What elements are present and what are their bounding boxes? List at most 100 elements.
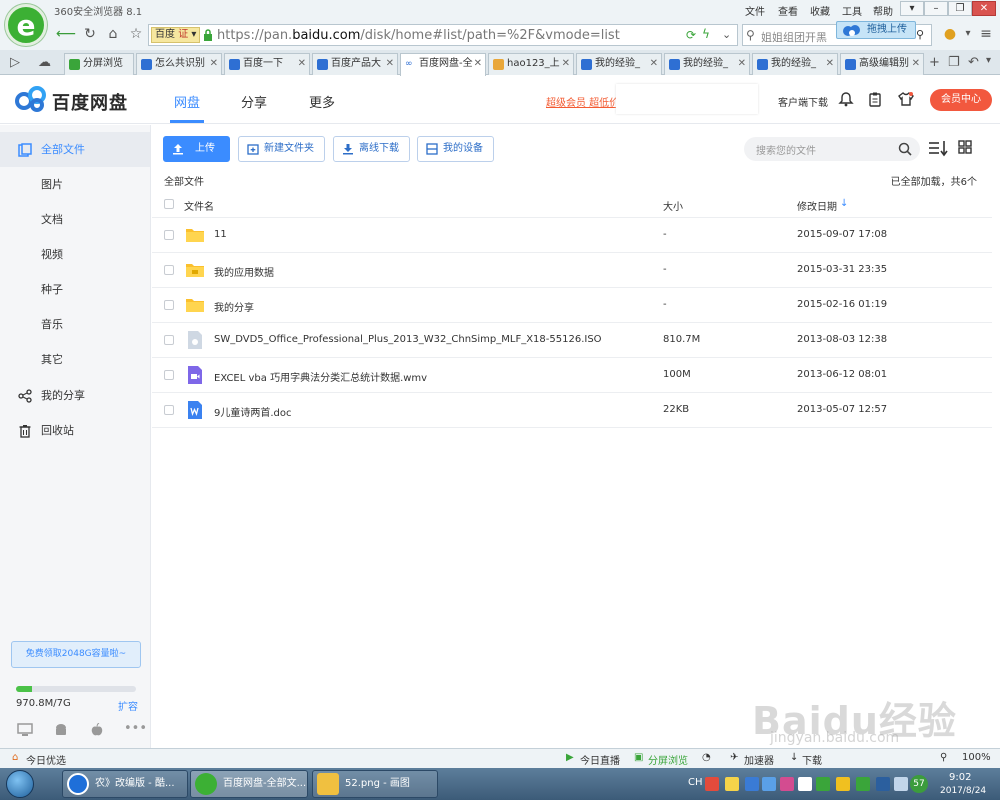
- file-name[interactable]: 我的应用数据: [214, 264, 274, 279]
- tray-app-icon[interactable]: [836, 777, 850, 791]
- table-row[interactable]: SW_DVD5_Office_Professional_Plus_2013_W3…: [152, 323, 992, 358]
- tab-close-icon[interactable]: ✕: [826, 54, 834, 74]
- menu-view[interactable]: 查看: [778, 3, 798, 18]
- file-name[interactable]: SW_DVD5_Office_Professional_Plus_2013_W3…: [214, 334, 602, 345]
- tab-menu-icon[interactable]: ▾: [986, 55, 991, 66]
- tray-volume-icon[interactable]: [894, 777, 908, 791]
- table-row[interactable]: 我的分享 - 2015-02-16 01:19: [152, 288, 992, 323]
- tab-5[interactable]: hao123_上 ✕: [488, 53, 574, 75]
- tab-9[interactable]: 高级编辑别 ✕: [840, 53, 924, 75]
- url-dropdown-icon[interactable]: ⌄: [722, 28, 731, 41]
- column-name[interactable]: 文件名: [184, 198, 214, 213]
- task-browser[interactable]: 百度网盘-全部文...: [190, 770, 308, 798]
- menu-file[interactable]: 文件: [745, 3, 765, 18]
- nav-tab-share[interactable]: 分享: [241, 92, 267, 111]
- menu-help[interactable]: 帮助: [873, 3, 893, 18]
- table-row[interactable]: 9儿童诗两首.doc 22KB 2013-05-07 12:57: [152, 393, 992, 428]
- address-bar[interactable]: 百度 证 ▾ https://pan.baidu.com/disk/home#l…: [148, 24, 738, 46]
- column-size[interactable]: 大小: [663, 198, 683, 213]
- client-download-link[interactable]: 客户端下载: [778, 94, 828, 109]
- sidebar-item-videos[interactable]: 视频: [0, 237, 150, 272]
- table-row[interactable]: 11 - 2015-09-07 17:08: [152, 218, 992, 253]
- search-go-icon[interactable]: ⚲: [916, 28, 924, 41]
- row-checkbox[interactable]: [164, 300, 174, 310]
- tab-close-icon[interactable]: ✕: [210, 54, 218, 74]
- row-checkbox[interactable]: [164, 265, 174, 275]
- tab-2[interactable]: 百度一下 ✕: [224, 53, 310, 75]
- clock-time[interactable]: 9:02: [949, 772, 971, 783]
- apple-icon[interactable]: [89, 723, 105, 737]
- menu-dropdown-icon[interactable]: ▾: [958, 24, 978, 44]
- tab-list-icon[interactable]: ❐: [948, 55, 960, 70]
- more-devices-icon[interactable]: •••: [124, 721, 147, 736]
- sidebar-item-other[interactable]: 其它: [0, 342, 150, 377]
- gift-icon[interactable]: ⌂: [12, 752, 18, 763]
- cloud-sync-icon[interactable]: ☁: [38, 55, 51, 70]
- file-name[interactable]: EXCEL vba 巧用字典法分类汇总统计数据.wmv: [214, 369, 427, 384]
- grid-view-icon[interactable]: [958, 140, 972, 154]
- file-name[interactable]: 我的分享: [214, 299, 254, 314]
- sort-icon[interactable]: [928, 139, 948, 157]
- expand-capacity-link[interactable]: 扩容: [118, 698, 138, 713]
- tray-app-icon[interactable]: [780, 777, 794, 791]
- breadcrumb[interactable]: 全部文件: [164, 173, 204, 188]
- sidebar-item-music[interactable]: 音乐: [0, 307, 150, 342]
- tray-shield-icon[interactable]: [816, 777, 830, 791]
- refresh-icon[interactable]: ↻: [80, 24, 100, 44]
- tray-app-icon[interactable]: [745, 777, 759, 791]
- tab-active-baidu-pan[interactable]: ∞ 百度网盘-全 ✕: [400, 53, 486, 76]
- nav-tab-disk[interactable]: 网盘: [174, 92, 200, 111]
- sidebar-item-all-files[interactable]: 全部文件: [0, 132, 150, 167]
- tray-app-icon[interactable]: [725, 777, 739, 791]
- upload-button[interactable]: 上传: [163, 136, 230, 162]
- download-link[interactable]: 下载: [802, 752, 822, 767]
- browser-logo[interactable]: e: [5, 4, 47, 46]
- file-search-input[interactable]: 搜索您的文件: [744, 137, 920, 161]
- row-checkbox[interactable]: [164, 405, 174, 415]
- tray-badge[interactable]: 57: [910, 775, 928, 793]
- start-button[interactable]: [6, 770, 34, 798]
- tray-app-icon[interactable]: [798, 777, 812, 791]
- new-tab-icon[interactable]: +: [929, 55, 940, 70]
- clipboard-icon[interactable]: [867, 91, 883, 107]
- tab-split-view[interactable]: 分屏浏览: [64, 53, 134, 75]
- sidebar-toggle-icon[interactable]: ▷: [10, 55, 20, 70]
- table-row[interactable]: EXCEL vba 巧用字典法分类汇总统计数据.wmv 100M 2013-06…: [152, 358, 992, 393]
- nav-tab-more[interactable]: 更多: [309, 92, 335, 111]
- vip-center-button[interactable]: 会员中心: [930, 89, 992, 111]
- sidebar-item-images[interactable]: 图片: [0, 167, 150, 202]
- home-icon[interactable]: ⌂: [103, 24, 123, 44]
- split-view-link[interactable]: 分屏浏览: [648, 752, 688, 767]
- tray-app-icon[interactable]: [705, 777, 719, 791]
- my-devices-button[interactable]: 我的设备: [417, 136, 494, 162]
- today-live-link[interactable]: 今日直播: [580, 752, 620, 767]
- tab-1[interactable]: 怎么共识别 ✕: [136, 53, 222, 75]
- file-name[interactable]: 11: [214, 229, 227, 240]
- url-text[interactable]: https://pan.baidu.com/disk/home#list/pat…: [217, 28, 620, 43]
- zoom-icon[interactable]: ⚲: [940, 752, 947, 763]
- tab-3[interactable]: 百度产品大 ✕: [312, 53, 398, 75]
- address-site-tag[interactable]: 百度 证 ▾: [151, 27, 201, 43]
- tab-close-icon[interactable]: ✕: [650, 54, 658, 74]
- bell-icon[interactable]: [838, 91, 854, 107]
- row-checkbox[interactable]: [164, 335, 174, 345]
- free-space-button[interactable]: 免费领取2048G容量啦~: [11, 641, 141, 668]
- drag-upload-button[interactable]: 拖拽上传: [836, 21, 916, 39]
- row-checkbox[interactable]: [164, 370, 174, 380]
- tab-close-icon[interactable]: ✕: [474, 54, 482, 74]
- sidebar-item-torrents[interactable]: 种子: [0, 272, 150, 307]
- tab-close-icon[interactable]: ✕: [738, 54, 746, 74]
- sound-icon[interactable]: ◔: [702, 752, 711, 763]
- close-window-button[interactable]: ✕: [972, 1, 996, 16]
- new-folder-button[interactable]: 新建文件夹: [238, 136, 325, 162]
- tab-close-icon[interactable]: ✕: [912, 54, 920, 74]
- logo-text[interactable]: 百度网盘: [52, 89, 128, 115]
- promo-link[interactable]: 超级会员 超低价: [546, 94, 619, 109]
- android-icon[interactable]: [53, 723, 69, 737]
- task-kugou[interactable]: 农》改编版 - 酷...: [62, 770, 188, 798]
- undo-close-icon[interactable]: ↶: [968, 55, 979, 70]
- user-icon[interactable]: ●: [940, 24, 960, 44]
- input-language[interactable]: CH: [688, 777, 703, 788]
- today-pick-link[interactable]: 今日优选: [26, 752, 66, 767]
- file-name[interactable]: 9儿童诗两首.doc: [214, 404, 292, 419]
